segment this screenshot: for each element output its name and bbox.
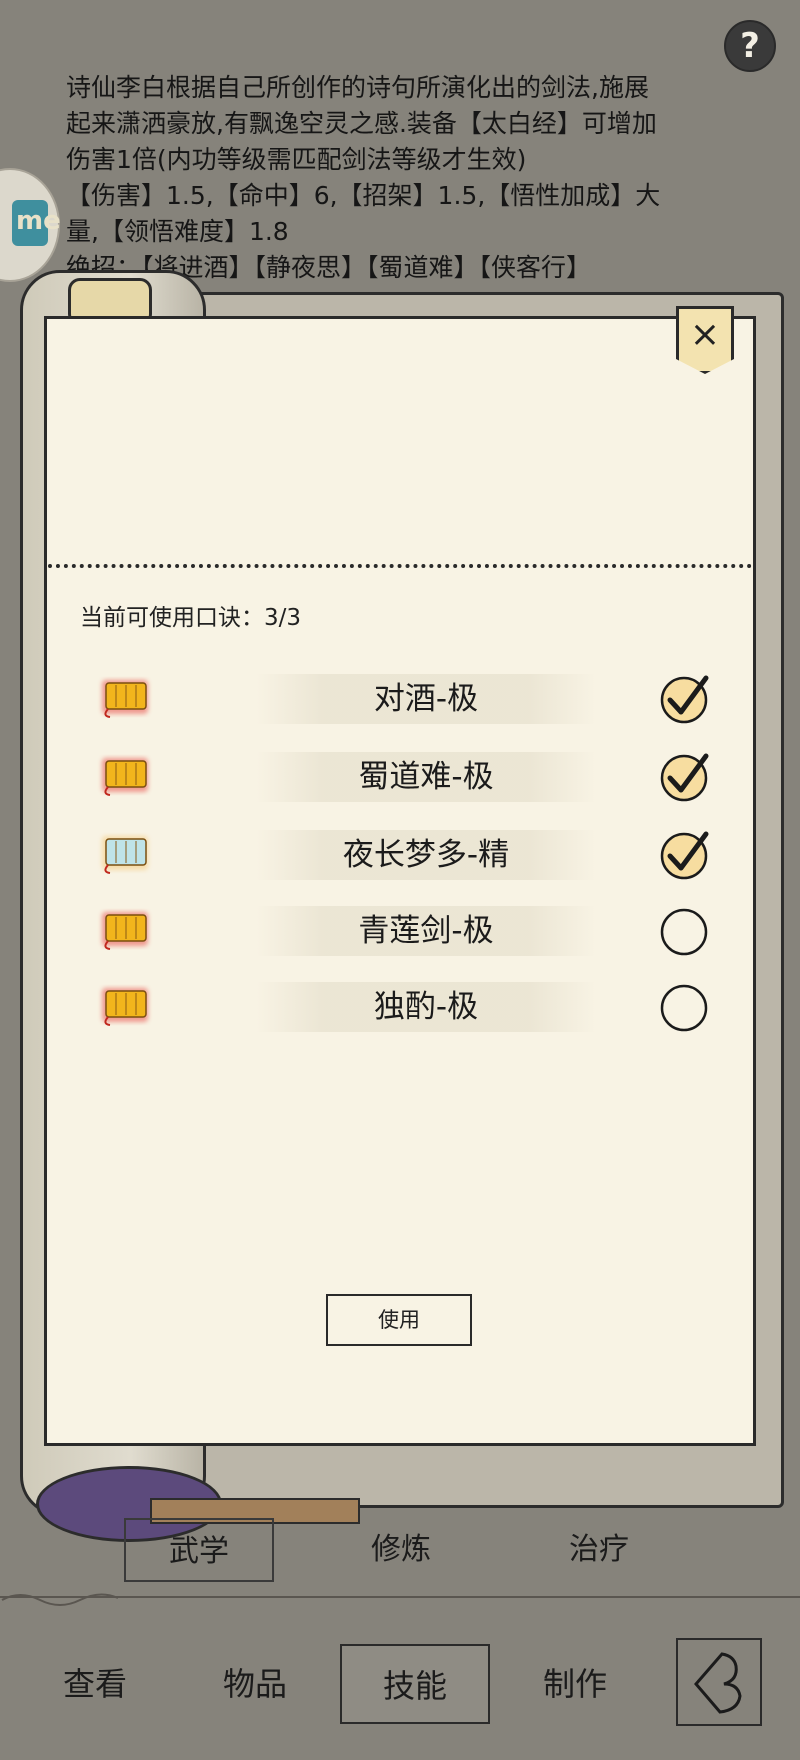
mantra-scroll-icon [102,836,148,874]
nav-items[interactable]: 物品 [180,1644,330,1724]
description-line: 起来潇洒豪放,有飘逸空灵之感.装备【太白经】可增加 [66,109,657,138]
mantra-row[interactable]: 对酒-极 [96,668,716,732]
help-button[interactable]: ? [724,20,776,72]
mantra-name: 蜀道难-极 [256,752,596,802]
mantra-row[interactable]: 夜长梦多-精 [96,824,716,888]
mantra-name: 对酒-极 [256,674,596,724]
skill-description: 诗仙李白根据自己所创作的诗句所演化出的剑法,施展 起来潇洒豪放,有飘逸空灵之感.… [66,70,746,286]
description-line: 【伤害】1.5,【命中】6,【招架】1.5,【悟性加成】大 [66,181,661,210]
mantra-row[interactable]: 青莲剑-极 [96,900,716,964]
use-button[interactable]: 使用 [326,1294,472,1346]
back-button[interactable] [676,1638,762,1726]
unchecked-circle-icon[interactable] [660,982,710,1032]
checked-circle-icon[interactable] [660,674,710,724]
mantra-row[interactable]: 蜀道难-极 [96,746,716,810]
mantra-count-label: 当前可使用口诀：3/3 [80,605,302,631]
nav-skills[interactable]: 技能 [340,1644,490,1724]
unchecked-circle-icon[interactable] [660,906,710,956]
description-line: 量,【领悟难度】1.8 [66,217,289,246]
back-arrow-icon [694,1652,742,1714]
subtab-zhiliao[interactable]: 治疗 [524,1518,674,1582]
mantra-name: 独酌-极 [256,982,596,1032]
mantra-scroll-icon [102,988,148,1026]
mantra-scroll-icon [102,758,148,796]
mantra-name: 夜长梦多-精 [256,830,596,880]
mantra-row[interactable]: 独酌-极 [96,976,716,1040]
ground-line [0,1596,800,1598]
nav-view[interactable]: 查看 [20,1644,170,1724]
me-icon: me [12,200,61,246]
description-line: 诗仙李白根据自己所创作的诗句所演化出的剑法,施展 [66,73,649,102]
divider [48,564,752,568]
mantra-name: 青莲剑-极 [256,906,596,956]
subtab-wuxue[interactable]: 武学 [124,1518,274,1582]
mantra-scroll-icon [102,680,148,718]
checked-circle-icon[interactable] [660,830,710,880]
description-line: 伤害1倍(内功等级需匹配剑法等级才生效) [66,145,527,174]
checked-circle-icon[interactable] [660,752,710,802]
floating-me-button[interactable]: me [0,168,61,282]
mantra-scroll-icon [102,912,148,950]
nav-craft[interactable]: 制作 [500,1644,650,1724]
ground-decoration [1,1593,119,1606]
subtab-xiulian[interactable]: 修炼 [326,1518,476,1582]
